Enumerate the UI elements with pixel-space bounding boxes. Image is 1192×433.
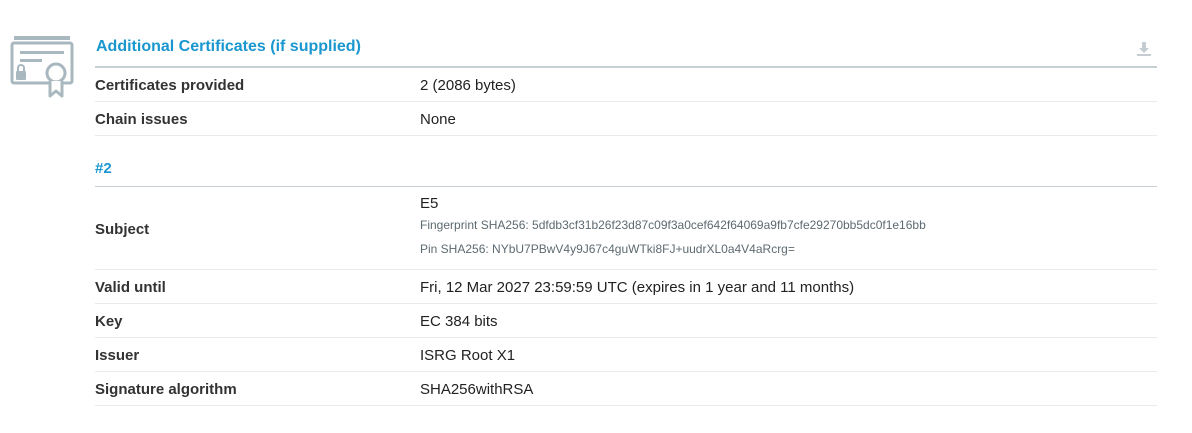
certificate-number: #2 [95, 160, 112, 177]
row-label: Signature algorithm [95, 381, 237, 398]
fingerprint-sha256: Fingerprint SHA256: 5dfdb3cf31b26f23d87c… [420, 218, 926, 232]
valid-until-row: Valid until Fri, 12 Mar 2027 23:59:59 UT… [95, 270, 1157, 304]
row-value: Fri, 12 Mar 2027 23:59:59 UTC (expires i… [420, 279, 855, 296]
section-header: Additional Certificates (if supplied) [95, 0, 1157, 68]
certificates-provided-row: Certificates provided 2 (2086 bytes) [95, 68, 1157, 102]
row-value: EC 384 bits [420, 313, 498, 330]
row-value: SHA256withRSA [420, 381, 534, 398]
signature-algorithm-row: Signature algorithm SHA256withRSA [95, 372, 1157, 406]
row-value: 2 (2086 bytes) [420, 77, 516, 94]
row-label: Valid until [95, 279, 166, 296]
download-icon[interactable] [1136, 41, 1152, 57]
certificate-number-header: #2 [95, 136, 1157, 187]
additional-certificates-section: Additional Certificates (if supplied) Ce… [95, 0, 1157, 406]
subject-row: Subject E5 Fingerprint SHA256: 5dfdb3cf3… [95, 187, 1157, 270]
chain-issues-row: Chain issues None [95, 102, 1157, 136]
page: Additional Certificates (if supplied) Ce… [0, 0, 1192, 433]
pin-sha256: Pin SHA256: NYbU7PBwV4y9J67c4guWTki8FJ+u… [420, 242, 795, 256]
certificate-icon [10, 36, 74, 98]
row-label: Chain issues [95, 111, 188, 128]
subject-value: E5 Fingerprint SHA256: 5dfdb3cf31b26f23d… [420, 195, 926, 256]
section-title: Additional Certificates (if supplied) [96, 38, 361, 55]
row-value: None [420, 111, 456, 128]
row-label: Certificates provided [95, 77, 245, 94]
row-value: ISRG Root X1 [420, 347, 516, 364]
row-label: Subject [95, 221, 150, 238]
row-label: Issuer [95, 347, 140, 364]
subject-name: E5 [420, 195, 439, 212]
issuer-row: Issuer ISRG Root X1 [95, 338, 1157, 372]
row-label: Key [95, 313, 123, 330]
key-row: Key EC 384 bits [95, 304, 1157, 338]
